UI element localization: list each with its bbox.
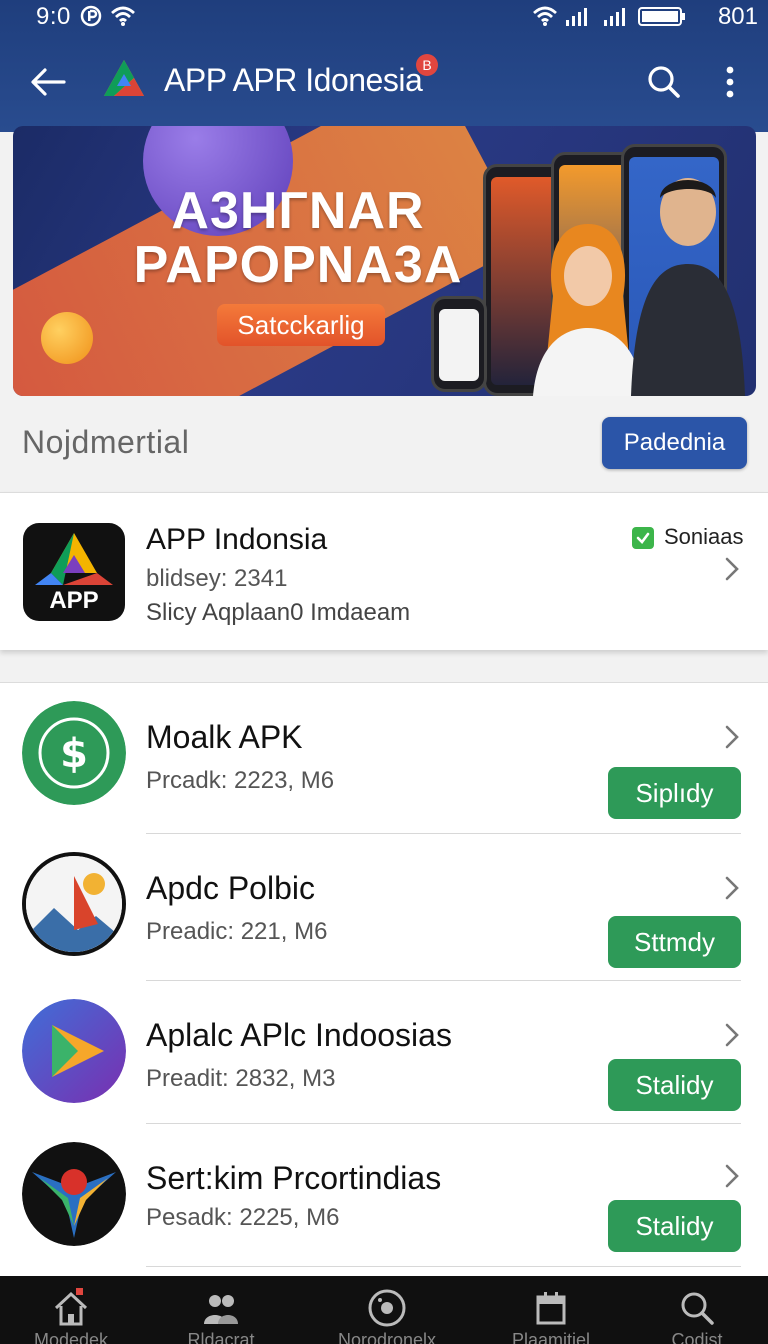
more-options-button[interactable] [712,58,748,106]
nav-item-disc[interactable]: Norodronelx [312,1276,462,1344]
chevron-right-icon [724,557,740,586]
search-icon [677,1288,717,1328]
svg-text:$: $ [60,731,88,777]
banner-headline-line1: A3HГNAR [171,182,425,240]
list-item[interactable]: Aplalc APlc Indoosias Preadit: 2832, M3 … [0,981,768,1129]
app-list: $ Moalk APK Prcadk: 2223, M6 Siplıdy Apd… [0,682,768,1276]
notification-icon [80,4,102,28]
back-button[interactable] [26,60,70,104]
app-bar: APP APR Idonesia B [0,42,768,122]
dollar-badge-icon: $ [22,701,126,805]
nav-label: Norodronelx [337,1330,437,1344]
star-emblem-icon [22,1142,126,1246]
section-action-button[interactable]: Padednia [602,417,747,469]
divider [146,1266,741,1267]
wifi-icon [110,4,136,28]
calendar-icon [531,1288,571,1328]
signal-icon-2 [602,4,630,28]
featured-checkbox[interactable] [632,527,654,549]
search-icon [648,66,680,98]
featured-app-icon: APP [23,523,125,621]
app-meta: Prcadk: 2223, M6 [146,767,335,794]
app-name: Apdc Polbic [146,870,315,906]
status-bar: 9:0 801 [0,0,768,34]
list-item[interactable]: Sert:kim Prcortindias Pesadk: 2225, M6 S… [0,1124,768,1272]
nav-label: Rldacrat [187,1330,255,1344]
banner-headline-line2: PAPOPNA3A [133,236,463,294]
app-meta: Pesadk: 2225, M6 [146,1204,340,1231]
featured-app-icon-text: APP [49,587,99,614]
nav-label: Plaamitiel [511,1330,591,1344]
battery-icon [638,4,686,28]
app-meta: Preadic: 221, M6 [146,918,328,945]
app-title: APP APR Idonesia [164,62,423,98]
chevron-right-icon [724,876,740,905]
chevron-right-icon [724,1023,740,1052]
nav-notification-dot [76,1288,83,1295]
app-name: Sert:kim Prcortindias [146,1160,442,1196]
promo-banner[interactable]: A3HГNAR PAPOPNA3A Satcckarlig [13,126,756,396]
search-button[interactable] [640,58,688,106]
nav-label: Codist [671,1330,723,1344]
nav-item-people[interactable]: Rldacrat [146,1276,296,1344]
bottom-navigation: Modedek Rldacrat Norodronelx Plaamitiel … [0,1276,768,1344]
featured-app-meta2: Slicy Aqplaan0 Imdaeam [146,599,411,626]
list-item[interactable]: $ Moalk APK Prcadk: 2223, M6 Siplıdy [0,683,768,834]
list-item[interactable]: Apdc Polbic Preadic: 221, M6 Sttmdy [0,834,768,982]
banner-ball [41,312,93,364]
app-meta: Preadit: 2832, M3 [146,1065,336,1092]
chevron-right-icon [724,1164,740,1193]
app-name: Moalk APK [146,719,303,755]
signal-icon [564,4,592,28]
back-arrow-icon [31,68,66,96]
banner-phone-4 [431,296,487,392]
mountain-sail-icon [22,852,126,956]
check-icon [636,532,650,544]
section-title: Nojdmertial [22,424,190,460]
disc-icon [367,1288,407,1328]
nav-item-search[interactable]: Codist [622,1276,768,1344]
more-vert-icon [726,66,734,98]
nav-item-home[interactable]: Modedek [0,1276,146,1344]
wifi-icon-right [532,4,558,28]
nav-item-calendar[interactable]: Plaamitiel [476,1276,626,1344]
chevron-right-icon [724,725,740,754]
featured-app-name: APP Indonsia [146,523,328,556]
app-logo-icon [100,56,148,104]
install-button[interactable]: Sttmdy [608,916,741,968]
featured-app-card[interactable]: APP APP Indonsia blidsey: 2341 Slicy Aqp… [0,492,768,650]
people-icon [201,1288,241,1328]
install-button[interactable]: Stalidy [608,1200,741,1252]
banner-headline: A3HГNAR PAPOPNA3A [113,184,483,292]
play-arrow-icon [22,999,126,1103]
banner-cta-button[interactable]: Satcckarlig [217,304,385,346]
featured-check-label: Soniaas [664,524,744,549]
featured-app-meta1: blidsey: 2341 [146,565,288,592]
nav-label: Modedek [33,1330,109,1344]
top-bar: 9:0 801 APP APR Idonesia B [0,0,768,132]
home-icon [51,1288,91,1328]
install-button[interactable]: Stalidy [608,1059,741,1111]
banner-person-man [631,178,745,396]
battery-percent: 801 [717,3,758,30]
status-time: 9:0 [36,3,71,30]
install-button[interactable]: Siplıdy [608,767,741,819]
app-name: Aplalc APlc Indoosias [146,1017,452,1053]
title-badge: B [416,54,438,76]
